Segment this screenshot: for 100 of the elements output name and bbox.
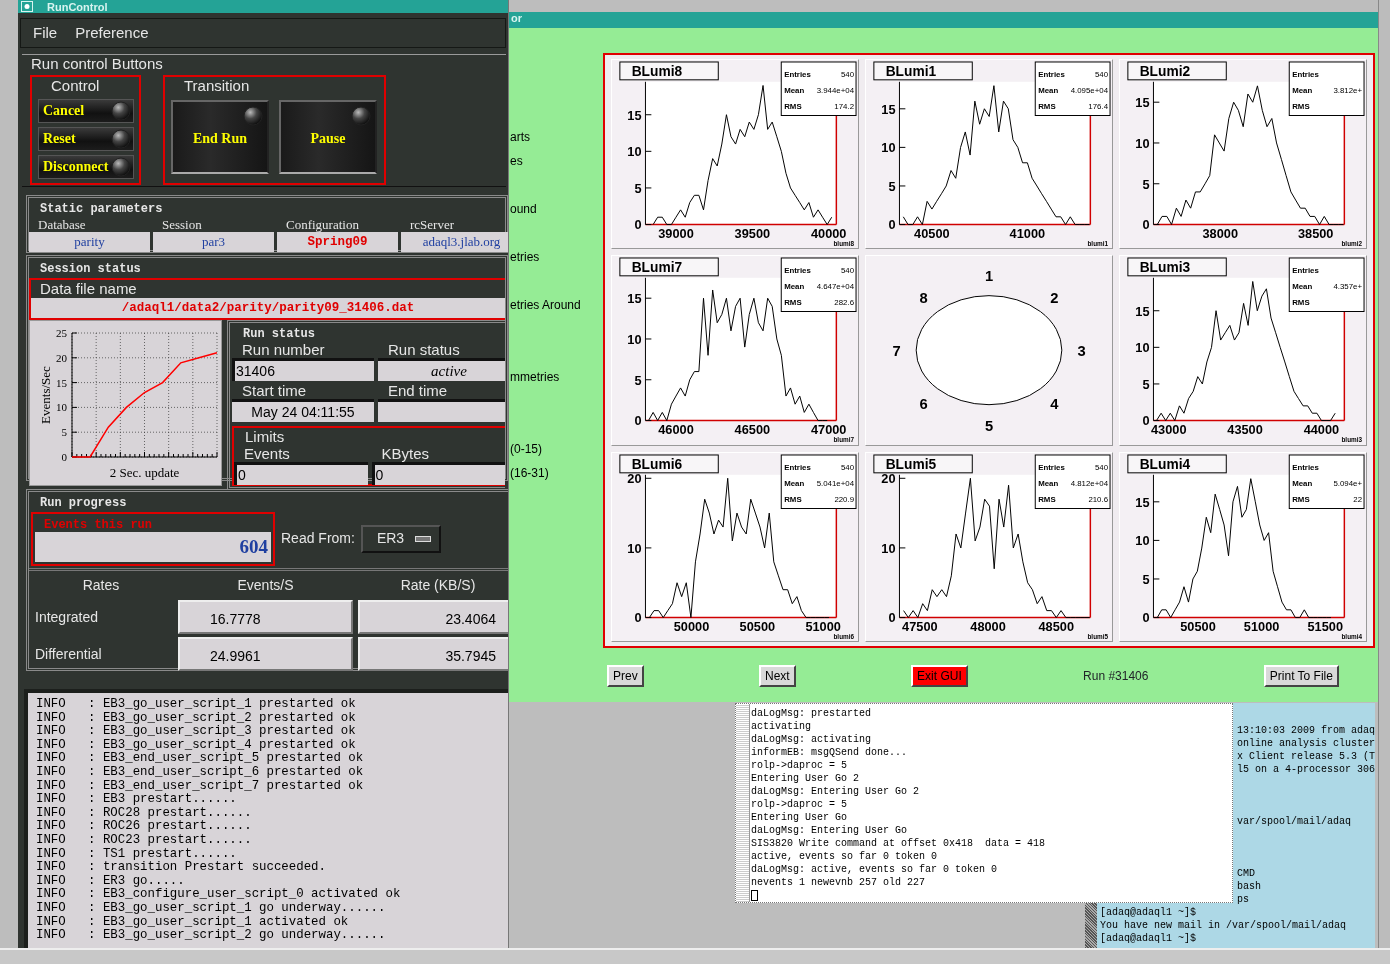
ring-label: 7	[892, 343, 901, 360]
value-cell: 35.7945	[358, 637, 508, 671]
plot-title: BLumi3	[1127, 257, 1227, 277]
tick-label: 10	[1135, 340, 1150, 356]
row-label: Integrated	[34, 608, 100, 627]
log-line: INFO : ROC28 prestart......	[36, 806, 253, 820]
tick-label: 50000	[673, 619, 710, 635]
tick-label: 48500	[1038, 619, 1075, 635]
tick-label: 46000	[658, 422, 694, 438]
log-line: INFO : EB3_go_user_script_1 go underway......	[36, 901, 387, 916]
window-title: or	[511, 12, 522, 24]
dropdown[interactable]: ER3	[360, 525, 441, 553]
column-header: Events/S	[236, 576, 295, 595]
tick-label: 10	[56, 401, 67, 413]
scroll-bar[interactable]	[1085, 903, 1097, 948]
stats-box: Entries 540 Mean 5.041e+04 RMS 220.9	[780, 454, 857, 509]
ring-label: 6	[919, 396, 928, 413]
tick-label: 10	[1135, 532, 1150, 548]
tick-label: 0	[888, 610, 896, 626]
log-line: informEB: msgQSend done...	[751, 746, 909, 759]
ring-label: 8	[919, 290, 928, 307]
side-label: ound	[510, 201, 537, 218]
log-line: daLogMsg: Entering User Go	[751, 824, 909, 837]
tick-label: 51000	[805, 619, 841, 635]
window-menu-icon[interactable]	[21, 1, 33, 12]
field-label: rcServer	[409, 217, 456, 232]
tick-label: 39500	[734, 226, 771, 242]
nav-button[interactable]: Exit GUI	[911, 665, 968, 687]
tick-label: 10	[1135, 135, 1150, 151]
tick-label: 10	[627, 540, 642, 556]
tick-label: 39000	[658, 226, 694, 242]
ring-label: 4	[1050, 396, 1059, 413]
tick-label: 50500	[1180, 619, 1216, 635]
tick-label: 25	[56, 326, 67, 339]
stats-box: Entries 540 Mean 3.944e+04 RMS 174.2	[780, 61, 857, 116]
log-line: INFO : EB3 prestart......	[36, 793, 238, 807]
log-line: INFO : ER3 go.....	[36, 874, 186, 888]
tick-label: 5	[634, 373, 642, 389]
knob-icon	[111, 157, 131, 178]
control-button[interactable]: Reset	[38, 127, 134, 152]
tick-label: 0	[1142, 610, 1150, 626]
tick-label: 15	[627, 291, 642, 307]
tick-label: 15	[56, 376, 67, 389]
text-field[interactable]: 0	[234, 465, 368, 486]
tick-label: 0	[1142, 413, 1150, 429]
tick-label: 0	[61, 450, 67, 463]
side-label: es	[510, 153, 523, 170]
knob-icon	[111, 129, 131, 150]
value-cell: 23.4064	[358, 600, 508, 634]
tick-label: 50500	[739, 619, 776, 635]
log-line: daLogMsg: prestarted	[751, 707, 873, 720]
tick-label: 15	[1135, 304, 1150, 320]
axis-label: 2 Sec. update	[109, 464, 180, 480]
text-field[interactable]: 0	[371, 465, 505, 486]
print-button[interactable]: Print To File	[1263, 665, 1339, 687]
plot-title: BLumi2	[1127, 61, 1227, 81]
menu-item[interactable]: File	[32, 24, 59, 42]
tick-label: 5	[61, 425, 67, 438]
terminal-line: bash	[1237, 880, 1261, 893]
plot-title: BLumi6	[619, 454, 719, 473]
knob-icon	[351, 106, 371, 127]
tick-label: 10	[881, 540, 896, 556]
tick-label: 38500	[1297, 226, 1334, 242]
tick-label: 15	[881, 101, 896, 117]
tick-label: 0	[634, 217, 642, 233]
transition-button[interactable]: End Run	[171, 100, 269, 175]
tick-label: 43500	[1227, 422, 1263, 438]
log-line: INFO : ROC23 prestart......	[36, 833, 253, 848]
tick-label: 51500	[1307, 619, 1344, 635]
control-button[interactable]: Disconnect	[38, 155, 134, 180]
stats-box: Entries Mean 4.357e+ RMS	[1288, 257, 1365, 313]
control-button[interactable]: Cancel	[38, 99, 134, 124]
nav-button[interactable]: Prev	[607, 665, 644, 687]
side-label: (0-15)	[510, 441, 542, 458]
field-value: parity	[29, 232, 150, 252]
tick-label: 15	[1135, 494, 1150, 510]
transition-button[interactable]: Pause	[279, 100, 377, 175]
scroll-bar[interactable]	[736, 704, 750, 902]
log-line: INFO : EB3_go_user_script_1 activated ok	[36, 915, 350, 929]
stats-box: Entries 540 Mean 4.095e+04 RMS 176.4	[1034, 61, 1111, 116]
axis-label: Events/Sec	[38, 365, 53, 424]
tick-label: 43000	[1150, 422, 1187, 438]
ring-label: 2	[1050, 290, 1059, 307]
tick-label: 0	[634, 413, 642, 429]
side-label: mmetries	[510, 369, 560, 386]
text-field[interactable]: 31406	[232, 360, 374, 381]
tick-label: 10	[881, 140, 896, 156]
value-cell: 24.9961	[178, 637, 353, 671]
field-value: Spring09	[277, 232, 398, 252]
ring-label: 5	[984, 418, 994, 435]
value-cell: 16.7778	[178, 600, 353, 634]
tick-label: 44000	[1303, 422, 1340, 438]
tick-label: 5	[1142, 176, 1150, 192]
nav-button[interactable]: Next	[759, 665, 796, 687]
log-line: daLogMsg: activating	[751, 733, 873, 746]
tick-label: 5	[1142, 571, 1150, 587]
menu-item[interactable]: Preference	[74, 24, 150, 42]
count-field: 604	[35, 532, 271, 562]
log-line: Entering User Go 2	[751, 772, 861, 785]
log-line: activating	[751, 720, 812, 733]
